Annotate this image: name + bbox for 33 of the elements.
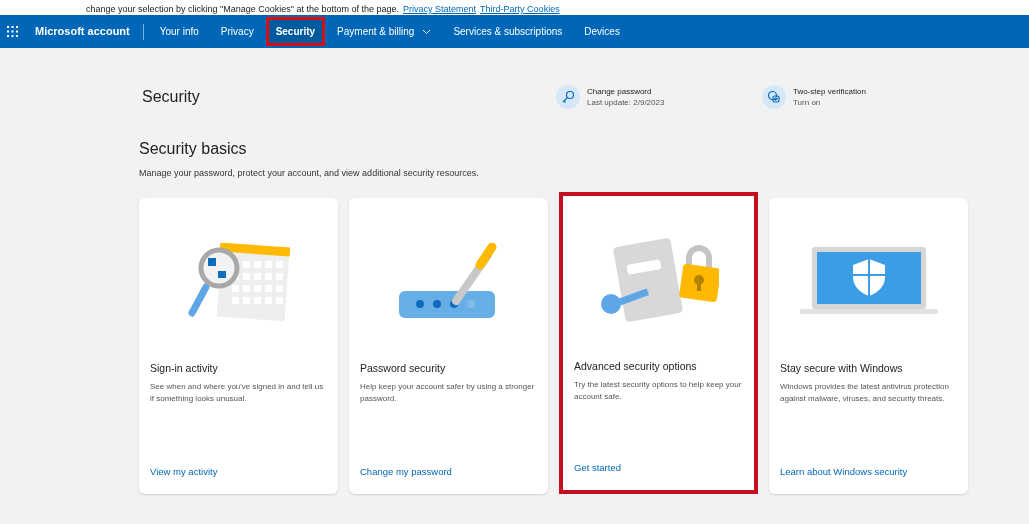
section-title: Security basics — [138, 139, 248, 159]
app-launcher-icon[interactable] — [7, 25, 19, 38]
nav-tab[interactable]: Services & subscriptions — [443, 17, 573, 46]
quick-action-status: Turn on — [793, 97, 822, 108]
section-description: Manage your password, protect your account, and view additional security resources. — [138, 167, 480, 180]
verification-icon — [762, 85, 786, 109]
banner-link[interactable]: Third-Party Cookies — [480, 3, 560, 15]
card-description: See when and where you've signed in and tell us if something looks unusual. — [150, 380, 325, 405]
card-link[interactable]: Change my password — [360, 465, 537, 480]
card-description: Try the latest security options to help keep your account safe. — [574, 378, 743, 403]
nav-tab[interactable]: Payment & billing — [327, 17, 442, 46]
card-description: Windows provides the latest antivirus protection against malware, viruses, and security threats. — [780, 380, 950, 405]
nav-tab[interactable]: Security — [265, 17, 326, 46]
banner-link[interactable]: Privacy Statement — [403, 3, 477, 15]
card-title: Stay secure with Windows — [780, 360, 904, 375]
card-link[interactable]: Learn about Windows security — [780, 465, 957, 480]
card-description: Help keep your account safer by using a stronger password. — [360, 380, 536, 405]
card-title: Advanced security options — [574, 358, 698, 373]
card-link[interactable]: View my activity — [150, 465, 327, 480]
nav-tab[interactable]: Your info — [149, 17, 209, 46]
card-link[interactable]: Get started — [574, 461, 743, 476]
quick-action-status: Last update: 2/9/2023 — [587, 97, 665, 108]
card-title: Password security — [360, 360, 447, 375]
banner-text: change your selection by clicking "Manage Cookies" at the bottom of the page. — [86, 3, 400, 15]
card-title: Sign-in activity — [150, 360, 219, 375]
nav-tab[interactable]: Devices — [574, 17, 630, 46]
brand-title[interactable]: Microsoft account — [35, 23, 130, 40]
document-key-lock-icon — [598, 238, 719, 323]
nav-tab[interactable]: Privacy — [210, 17, 264, 46]
page-title: Security — [142, 87, 201, 107]
quick-action-link[interactable]: Change password — [587, 86, 665, 97]
quick-action-link[interactable]: Two-step verification — [793, 86, 866, 97]
key-icon — [556, 85, 580, 109]
